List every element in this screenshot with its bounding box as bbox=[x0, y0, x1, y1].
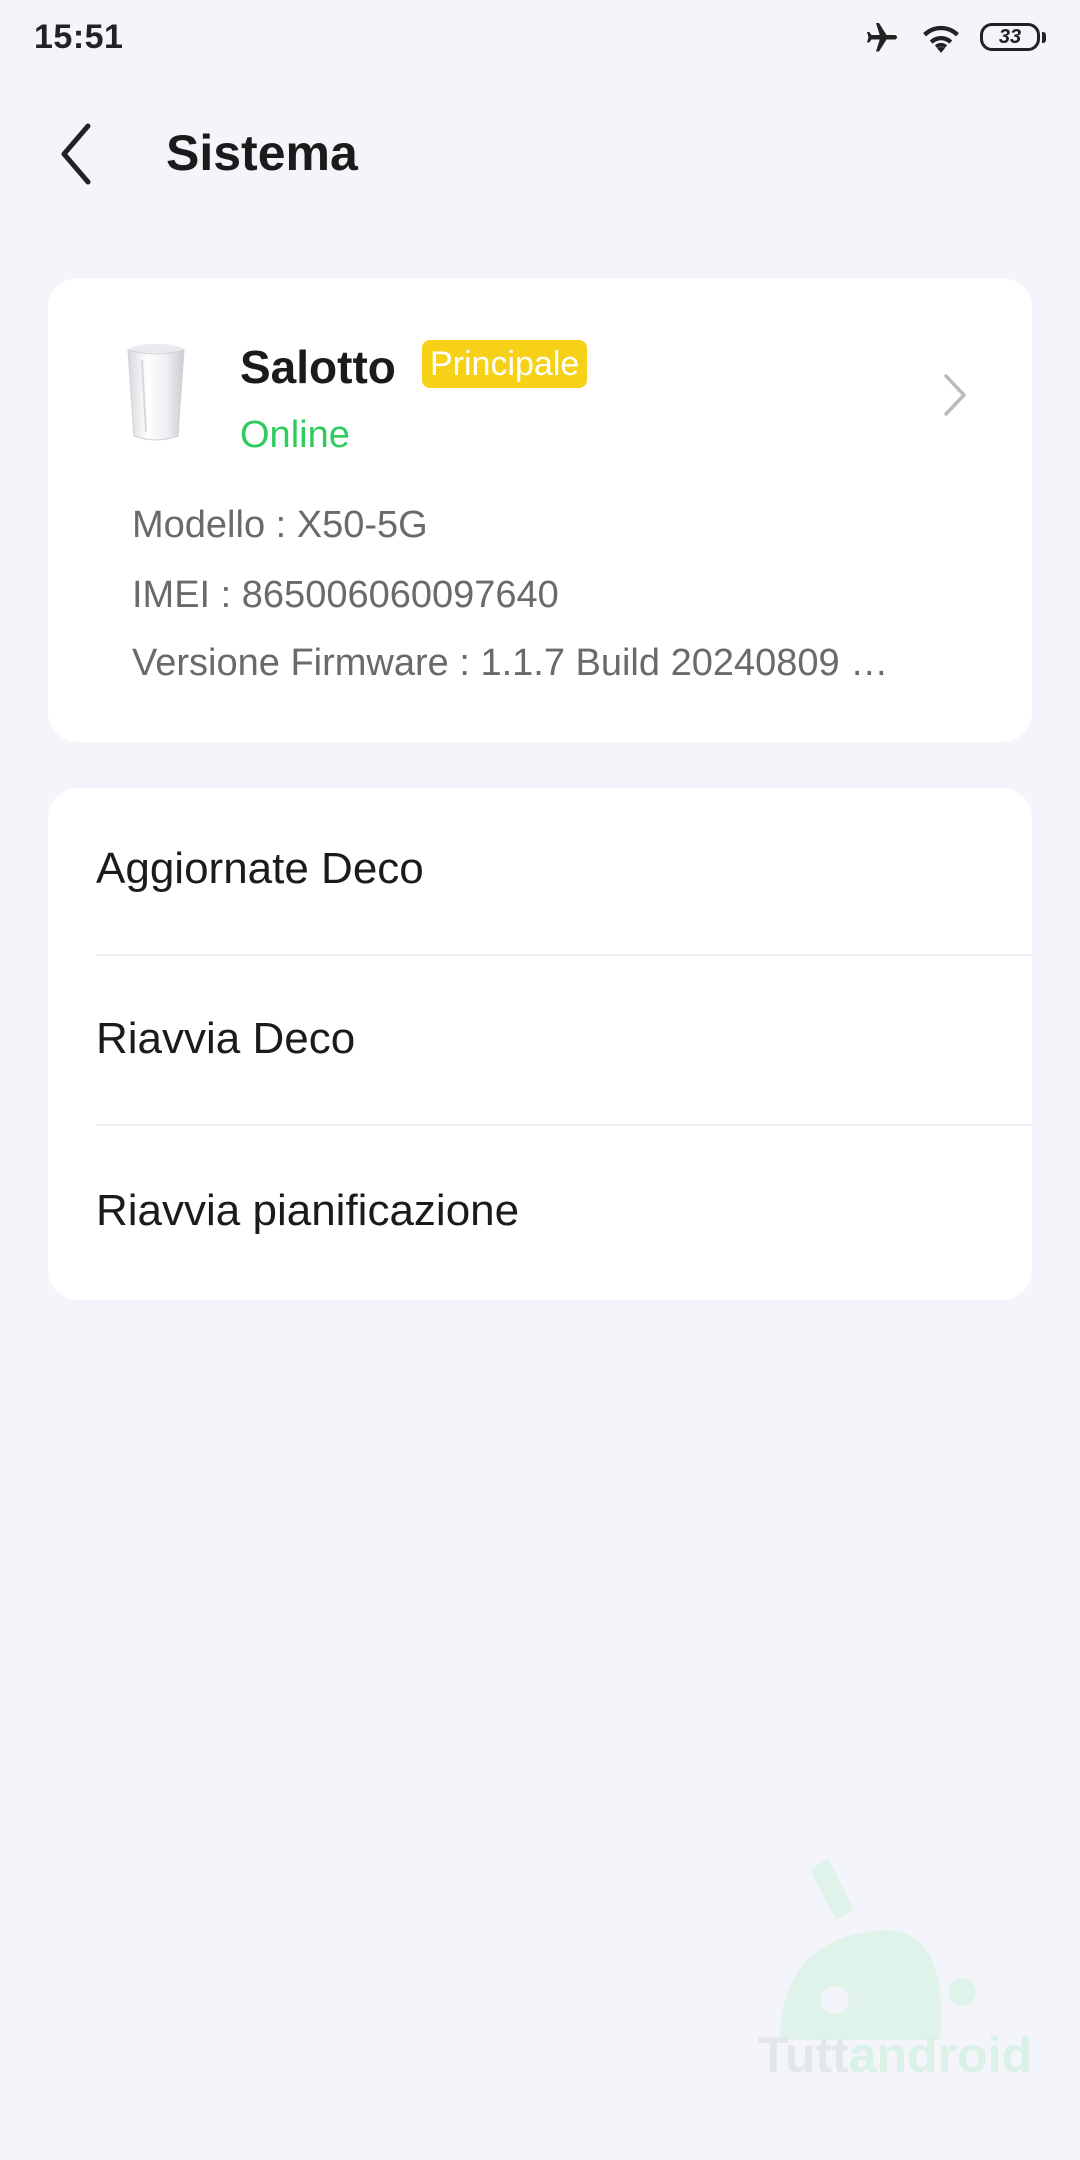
app-header: Sistema bbox=[0, 100, 1080, 210]
page-title: Sistema bbox=[166, 125, 358, 181]
reboot-schedule-item[interactable]: Riavvia pianificazione bbox=[48, 1130, 1032, 1300]
chevron-right-icon bbox=[944, 374, 966, 416]
battery-level: 33 bbox=[998, 26, 1022, 48]
status-time: 15:51 bbox=[34, 18, 124, 56]
device-firmware: Versione Firmware : 1.1.7 Build 20240809… bbox=[132, 642, 889, 684]
chevron-left-icon bbox=[61, 123, 91, 185]
status-icons: 33 bbox=[862, 18, 1046, 58]
status-bar: 15:51 33 bbox=[0, 0, 1080, 80]
watermark-text: Tuttandroid bbox=[758, 2027, 1033, 2083]
device-model: Modello : X50-5G bbox=[132, 504, 428, 546]
airplane-icon bbox=[862, 20, 902, 56]
reboot-schedule-label: Riavvia pianificazione bbox=[96, 1186, 520, 1235]
update-deco-label: Aggiornate Deco bbox=[96, 844, 424, 893]
device-imei: IMEI : 865006060097640 bbox=[132, 574, 559, 616]
back-button[interactable] bbox=[40, 118, 112, 190]
actions-card: Aggiornate Deco Riavvia Deco Riavvia pia… bbox=[48, 788, 1032, 1300]
main-badge: Principale bbox=[422, 340, 588, 388]
update-deco-item[interactable]: Aggiornate Deco bbox=[48, 788, 1032, 958]
device-card[interactable]: Salotto Principale Online Modello : X50-… bbox=[48, 278, 1032, 742]
battery-icon: 33 bbox=[980, 23, 1046, 53]
divider bbox=[96, 1124, 1032, 1126]
reboot-deco-item[interactable]: Riavvia Deco bbox=[48, 958, 1032, 1128]
device-status: Online bbox=[240, 414, 350, 456]
device-name: Salotto bbox=[240, 341, 396, 393]
deco-router-icon bbox=[127, 344, 185, 441]
divider bbox=[96, 954, 1032, 956]
wifi-icon bbox=[920, 20, 962, 56]
reboot-deco-label: Riavvia Deco bbox=[96, 1014, 356, 1063]
